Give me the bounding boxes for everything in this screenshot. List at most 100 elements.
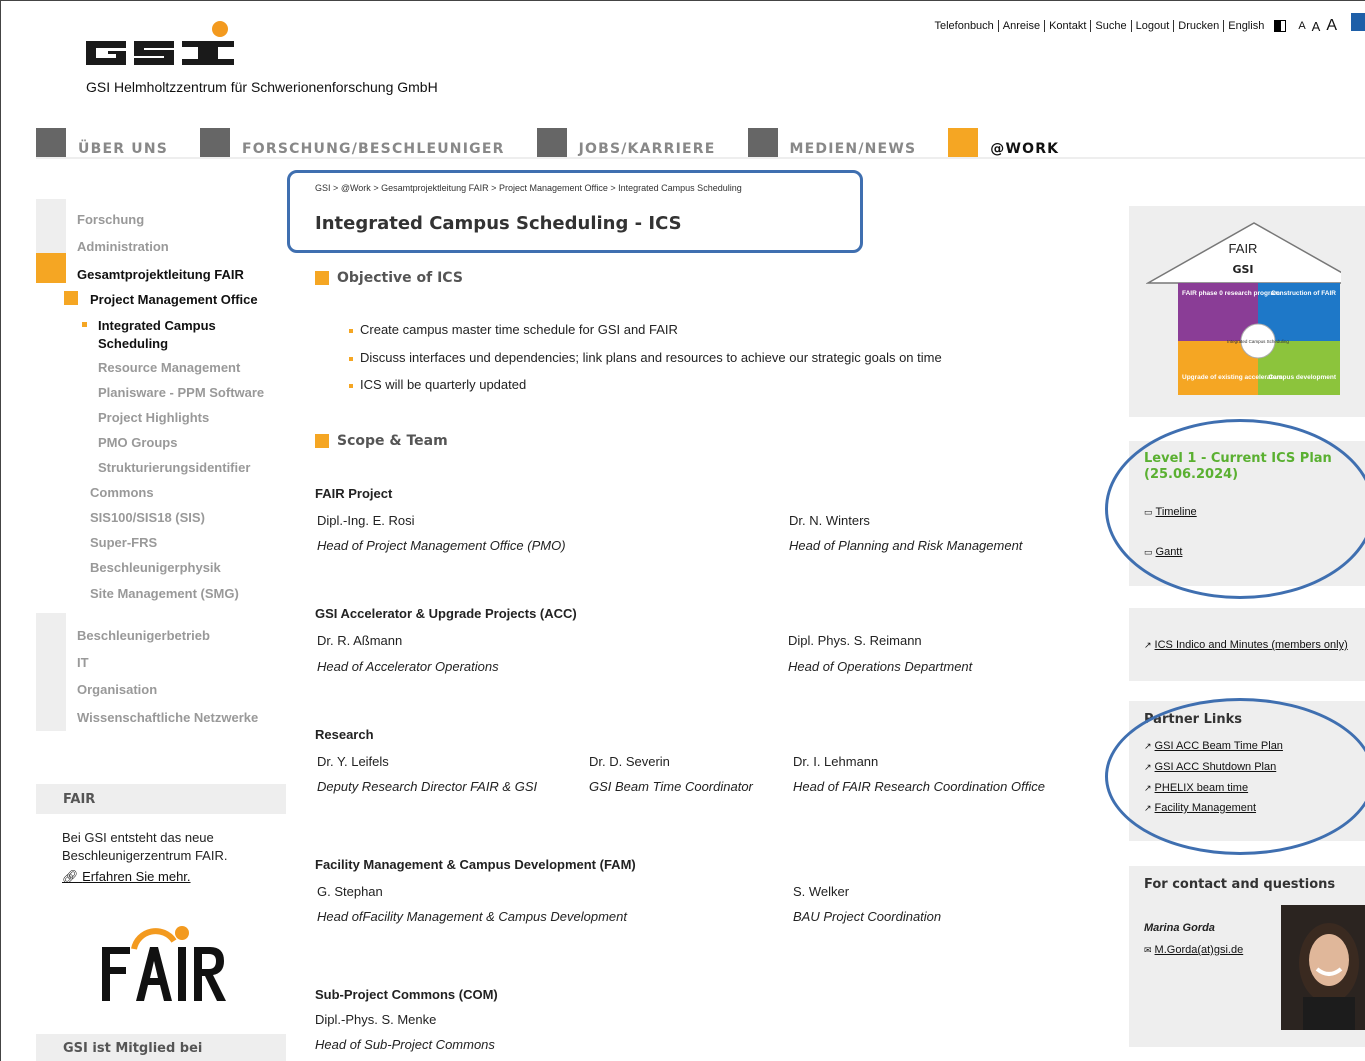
sidebar-item-gesamtprojektleitung-fair[interactable]: Gesamtprojektleitung FAIR (77, 267, 244, 282)
ics-indico-link[interactable]: ICS Indico and Minutes (members only) (1144, 639, 1348, 651)
partner-links-highlight-annotation (1105, 698, 1365, 855)
sidebar-item-pmo-groups[interactable]: PMO Groups (98, 435, 177, 450)
person-name: Dipl.-Ing. E. Rosi (317, 513, 415, 528)
nav-jobs-karriere[interactable]: JOBS/KARRIERE (536, 128, 716, 158)
person-role: Head of Sub-Project Commons (315, 1037, 495, 1052)
nav-label: FORSCHUNG/BESCHLEUNIGER (242, 141, 505, 157)
fair-more-link-label: Erfahren Sie mehr. (82, 869, 191, 884)
person-role: Head ofFacility Management & Campus Deve… (317, 909, 627, 924)
fair-box-text: Bei GSI entsteht das neue Beschleunigerz… (62, 830, 228, 863)
person-role: BAU Project Coordination (793, 909, 942, 924)
sidebar-item-pmo[interactable]: Project Management Office (90, 292, 258, 307)
sidebar-item-ics-line1: Integrated Campus (98, 318, 216, 333)
font-size-medium[interactable]: A (1312, 19, 1321, 34)
scope-heading-label: Scope & Team (337, 433, 448, 449)
group-title-research: Research (315, 727, 374, 742)
contact-heading: For contact and questions (1144, 877, 1336, 892)
main-navigation: ÜBER UNS FORSCHUNG/BESCHLEUNIGER JOBS/KA… (36, 128, 1365, 158)
sidebar-item-planisware[interactable]: Planisware - PPM Software (98, 385, 264, 400)
nav-label: @WORK (990, 141, 1060, 157)
person-name: Dipl. Phys. S. Reimann (788, 633, 922, 648)
person-name: G. Stephan (317, 884, 383, 899)
person-name: S. Welker (793, 884, 850, 899)
sidebar-item-ics[interactable]: Integrated Campus Scheduling (98, 317, 216, 353)
heading-square-icon (315, 434, 329, 448)
sidebar-item-forschung[interactable]: Forschung (77, 212, 144, 227)
sidebar-item-project-highlights[interactable]: Project Highlights (98, 410, 209, 425)
fair-gsi-puzzle-graphic: FAIR GSI FAIR phase 0 research program C… (1146, 222, 1341, 395)
person-role: Head of FAIR Research Coordination Offic… (793, 779, 1045, 794)
utility-link-telefonbuch[interactable]: Telefonbuch (930, 20, 999, 32)
group-title-fam: Facility Management & Campus Development… (315, 857, 636, 872)
objective-item: ICS will be quarterly updated (349, 377, 526, 392)
page: Telefonbuch Anreise Kontakt Suche Logout… (0, 0, 1365, 1061)
person-name: Dipl.-Phys. S. Menke (315, 1012, 437, 1027)
font-size-small[interactable]: A (1298, 20, 1305, 32)
sidebar-item-beschleunigerphysik[interactable]: Beschleunigerphysik (90, 560, 221, 575)
link-icon: 🔗︎ (62, 869, 79, 884)
sidebar-item-super-frs[interactable]: Super-FRS (90, 535, 157, 550)
nav-medien-news[interactable]: MEDIEN/NEWS (747, 128, 917, 158)
sidebar-item-resource-management[interactable]: Resource Management (98, 360, 240, 375)
member-box-title: GSI ist Mitglied bei (36, 1034, 286, 1061)
graphic-piece-phase0: FAIR phase 0 research program (1182, 290, 1280, 297)
font-size-large[interactable]: A (1326, 17, 1337, 35)
group-title-fair-project: FAIR Project (315, 486, 393, 501)
level-plan-highlight-annotation (1105, 419, 1365, 599)
sidebar-item-site-management[interactable]: Site Management (SMG) (90, 586, 239, 601)
heading-square-icon (315, 271, 329, 285)
utility-link-anreise[interactable]: Anreise (999, 20, 1046, 32)
person-name: Dr. D. Severin (589, 754, 670, 769)
sidebar-item-strukturierungsidentifier[interactable]: Strukturierungsidentifier (98, 460, 250, 475)
person-role: Head of Operations Department (788, 659, 973, 674)
graphic-gsi-label: GSI (1232, 263, 1253, 276)
nav-label: JOBS/KARRIERE (578, 141, 716, 157)
fair-logo[interactable] (96, 919, 236, 1009)
sidebar-item-it[interactable]: IT (77, 655, 89, 670)
blue-edge-marker (1351, 13, 1365, 31)
person-role: GSI Beam Time Coordinator (589, 779, 753, 794)
sidebar-sub-marker (64, 291, 78, 305)
group-title-acc: GSI Accelerator & Upgrade Projects (ACC) (315, 606, 577, 621)
company-name: GSI Helmholtzzentrum für Schwerionenfors… (86, 79, 438, 95)
contact-photo (1281, 905, 1365, 1030)
objective-heading-label: Objective of ICS (337, 270, 463, 286)
person-name: Dr. Y. Leifels (317, 754, 389, 769)
utility-link-english[interactable]: English (1224, 20, 1268, 32)
contrast-toggle-icon[interactable] (1274, 20, 1287, 32)
sidebar-item-administration[interactable]: Administration (77, 239, 169, 254)
nav-divider (36, 157, 1365, 159)
person-role: Head of Accelerator Operations (317, 659, 499, 674)
utility-link-suche[interactable]: Suche (1091, 20, 1132, 32)
objective-heading: Objective of ICS (315, 270, 463, 286)
scope-heading: Scope & Team (315, 433, 448, 449)
contact-name: Marina Gorda (1144, 922, 1215, 934)
sidebar-subsub-marker (82, 322, 87, 327)
gsi-logo[interactable] (86, 21, 236, 69)
nav-forschung-beschleuniger[interactable]: FORSCHUNG/BESCHLEUNIGER (200, 128, 505, 158)
nav-label: ÜBER UNS (78, 141, 169, 157)
sidebar-active-marker (36, 253, 66, 283)
nav-square-icon (200, 128, 231, 158)
graphic-center: Integrated Campus Scheduling (1227, 339, 1289, 344)
nav-square-icon (747, 128, 778, 158)
person-role: Head of Planning and Risk Management (789, 538, 1023, 553)
sidebar-item-wissenschaftliche-netzwerke[interactable]: Wissenschaftliche Netzwerke (77, 710, 258, 725)
sidebar-item-organisation[interactable]: Organisation (77, 682, 157, 697)
sidebar-item-beschleunigerbetrieb[interactable]: Beschleunigerbetrieb (77, 628, 210, 643)
nav-ueber-uns[interactable]: ÜBER UNS (36, 128, 168, 158)
utility-link-drucken[interactable]: Drucken (1174, 20, 1225, 32)
sidebar-item-sis[interactable]: SIS100/SIS18 (SIS) (90, 510, 205, 525)
utility-link-kontakt[interactable]: Kontakt (1045, 20, 1092, 32)
nav-square-icon (948, 128, 979, 158)
contact-email-link[interactable]: M.Gorda(at)gsi.de (1144, 944, 1244, 956)
person-name: Dr. R. Aßmann (317, 633, 403, 648)
nav-at-work[interactable]: @WORK (948, 128, 1059, 158)
fair-more-link[interactable]: 🔗︎ Erfahren Sie mehr. (62, 869, 191, 885)
gsi-logo-mark (86, 21, 234, 65)
sidebar-bar-top (36, 199, 66, 253)
utility-link-logout[interactable]: Logout (1132, 20, 1175, 32)
utility-links: Telefonbuch Anreise Kontakt Suche Logout… (930, 13, 1365, 35)
nav-square-icon (536, 128, 567, 158)
sidebar-item-commons[interactable]: Commons (90, 485, 154, 500)
